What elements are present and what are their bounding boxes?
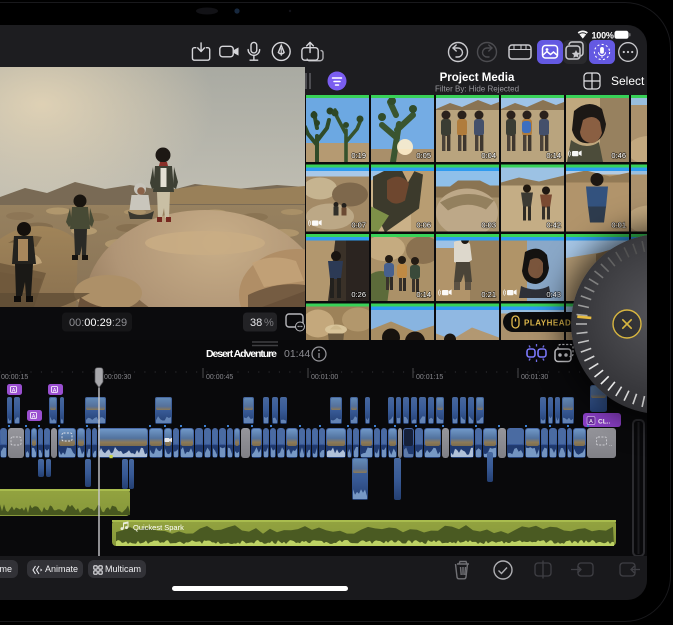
svg-text:00:01:30: 00:01:30 — [521, 374, 548, 381]
svg-text:00:01:15: 00:01:15 — [416, 374, 443, 381]
svg-text:0:14: 0:14 — [416, 290, 431, 299]
svg-text:..: .. — [609, 442, 613, 448]
svg-text:0:46: 0:46 — [611, 151, 626, 160]
svg-text:00:01:00: 00:01:00 — [311, 374, 338, 381]
svg-text:0:07: 0:07 — [351, 221, 366, 230]
svg-text:0:42: 0:42 — [546, 221, 561, 230]
svg-text:0:03: 0:03 — [481, 221, 496, 230]
svg-text:A: A — [53, 388, 57, 394]
svg-text:Project Media: Project Media — [440, 72, 515, 84]
svg-text:0:19: 0:19 — [351, 151, 366, 160]
svg-text:0:14: 0:14 — [546, 151, 561, 160]
svg-text:A: A — [32, 414, 36, 420]
svg-text:0:21: 0:21 — [481, 290, 496, 299]
svg-text:00:00:29:29: 00:00:29:29 — [69, 317, 127, 329]
svg-text:Desert Adventure: Desert Adventure — [206, 348, 277, 360]
svg-text:0:06: 0:06 — [416, 221, 431, 230]
svg-text:0:43: 0:43 — [546, 290, 561, 299]
svg-text:00:00:30: 00:00:30 — [104, 374, 131, 381]
svg-text:0:04: 0:04 — [481, 151, 496, 160]
svg-text:38: 38 — [250, 317, 262, 329]
svg-text:%: % — [264, 317, 274, 329]
svg-text:0:26: 0:26 — [351, 290, 366, 299]
svg-text:00:00:45: 00:00:45 — [206, 374, 233, 381]
svg-text:Filter By: Hide Rejected: Filter By: Hide Rejected — [435, 85, 519, 94]
svg-text:Quickest Spark: Quickest Spark — [133, 523, 184, 532]
svg-text:00:00:15: 00:00:15 — [1, 374, 28, 381]
svg-text:A: A — [12, 388, 16, 394]
svg-text:0:05: 0:05 — [416, 151, 431, 160]
svg-text:Select: Select — [611, 74, 645, 88]
svg-text:01:44: 01:44 — [284, 348, 310, 360]
